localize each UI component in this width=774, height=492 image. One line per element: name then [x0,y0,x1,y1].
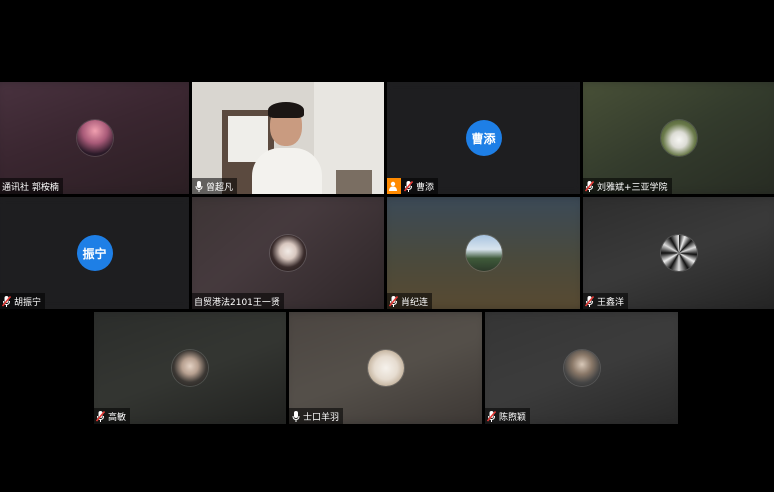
avatar [465,235,502,271]
avatar [270,235,306,271]
avatar [660,235,697,271]
avatar [76,120,113,156]
video-tile-active-speaker[interactable]: 曾超凡 [192,82,384,194]
participant-name-label: 陈煦颖 [485,408,531,424]
avatar [172,350,208,386]
initials-avatar: 曹添 [465,120,502,156]
avatar [563,350,600,386]
muted-microphone-icon [585,295,594,307]
participant-name-label: 曹添 [387,178,439,194]
participant-name-label: 自贸港法2101王一贤 [192,293,284,309]
video-tile[interactable]: 通讯社 郭桉楠 [0,82,189,194]
muted-microphone-icon [96,410,105,422]
participant-name-label: 曾超凡 [192,178,238,194]
microphone-icon [291,410,300,422]
video-tile[interactable]: 王鑫洋 [583,197,774,309]
participant-name-label: 士口羊羽 [289,408,344,424]
shelf [336,170,372,194]
video-tile[interactable]: 曹添 曹添 [387,82,580,194]
video-tile[interactable]: 刘雅斌+三亚学院 [583,82,774,194]
microphone-icon [194,180,203,192]
video-tile[interactable]: 高敏 [94,312,286,424]
avatar [367,350,404,386]
video-tile[interactable]: 士口羊羽 [289,312,482,424]
video-tile[interactable]: 肖纪连 [387,197,580,309]
participant-name-label: 高敏 [94,408,131,424]
initials-avatar: 振宁 [76,235,113,271]
muted-microphone-icon [487,410,496,422]
video-tile[interactable]: 自贸港法2101王一贤 [192,197,384,309]
person-hair [268,102,304,118]
muted-microphone-icon [404,180,413,192]
participant-name-label: 刘雅斌+三亚学院 [583,178,672,194]
video-tile[interactable]: 振宁 胡振宁 [0,197,189,309]
person-icon [387,178,401,194]
participant-name-label: 王鑫洋 [583,293,629,309]
person-shirt [252,148,322,194]
video-tile[interactable]: 陈煦颖 [485,312,678,424]
participant-name-label: 胡振宁 [0,293,46,309]
avatar [660,120,697,156]
participant-name-label: 肖纪连 [387,293,433,309]
muted-microphone-icon [389,295,398,307]
muted-microphone-icon [585,180,594,192]
participant-name-label: 通讯社 郭桉楠 [0,178,63,194]
muted-microphone-icon [2,295,11,307]
